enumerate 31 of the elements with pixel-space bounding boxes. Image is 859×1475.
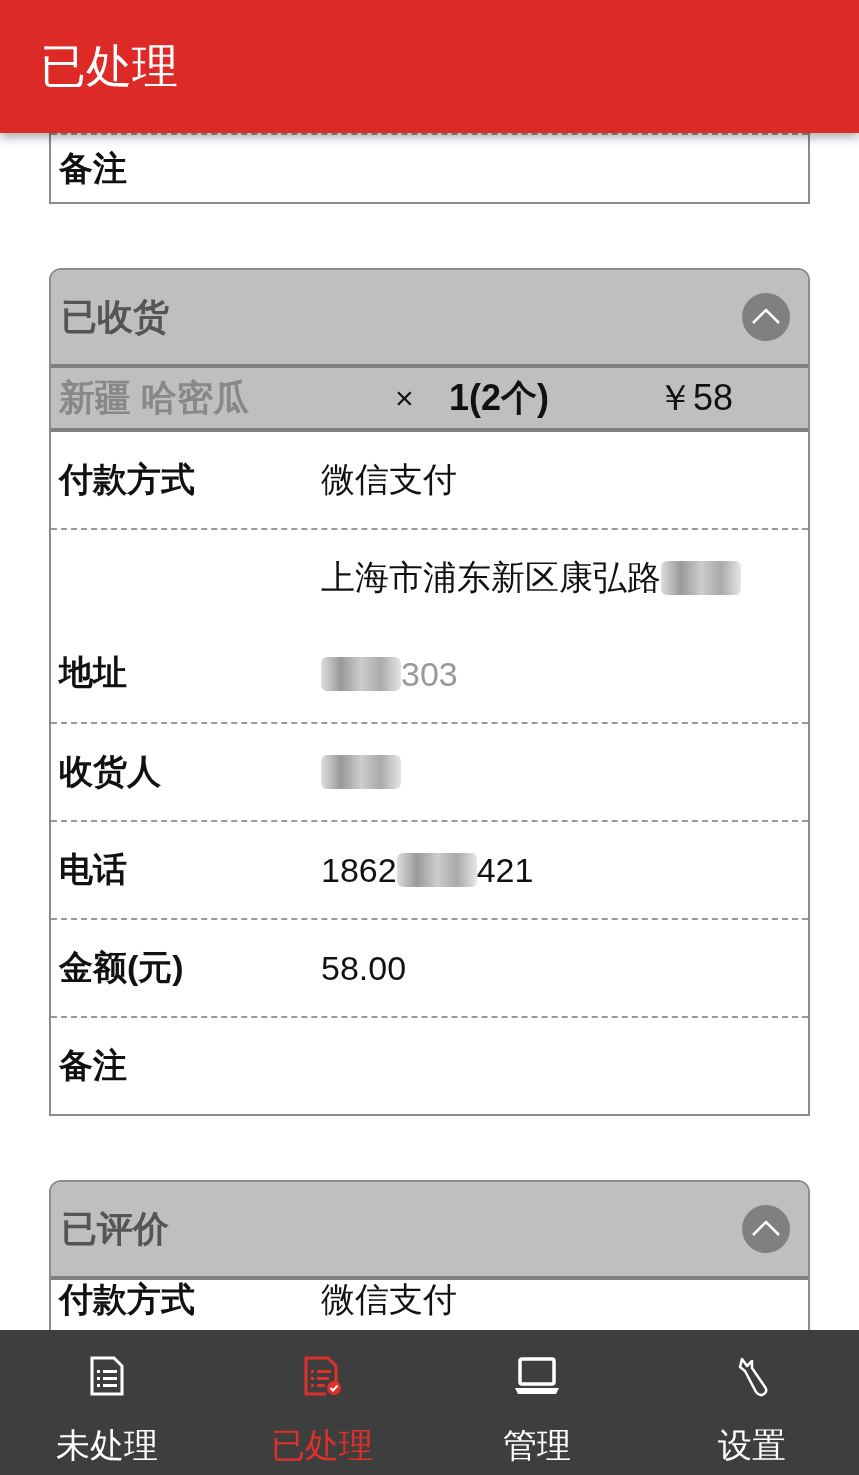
nav-tab[interactable]: 管理	[429, 1330, 645, 1475]
order-header[interactable]: 已评价	[51, 1182, 808, 1280]
page-title: 已处理	[40, 38, 178, 94]
nav-tab[interactable]: 未处理	[0, 1330, 215, 1475]
product-price: ￥58	[657, 375, 734, 420]
field-label: 付款方式	[59, 1282, 196, 1318]
field-label: 金额(元)	[59, 947, 185, 988]
order-status: 已评价	[61, 1206, 169, 1251]
field-value: 1862	[321, 850, 397, 890]
product-quantity: 1(2个)	[449, 375, 551, 420]
field-label: 电话	[59, 849, 128, 890]
document-list-icon	[88, 1356, 127, 1396]
field-label: 付款方式	[59, 459, 196, 500]
collapse-icon[interactable]	[742, 293, 790, 341]
field-label: 收货人	[59, 751, 162, 792]
field-value: 微信支付	[321, 1282, 457, 1318]
field-label: 备注	[59, 147, 128, 189]
laptop-icon	[512, 1356, 561, 1396]
field-label: 地址	[59, 652, 128, 693]
nav-tab[interactable]: 设置	[644, 1330, 859, 1475]
field-label: 备注	[59, 1045, 128, 1086]
document-check-icon	[302, 1356, 343, 1396]
multiply-sign: ×	[395, 379, 415, 417]
field-value: 303	[401, 654, 458, 694]
field-value: 58.00	[321, 948, 407, 988]
order-header[interactable]: 已收货	[51, 270, 808, 368]
collapse-icon[interactable]	[742, 1205, 790, 1253]
order-status: 已收货	[61, 294, 169, 339]
field-value: 微信支付	[321, 459, 457, 500]
field-value: 421	[476, 850, 534, 890]
field-value: 上海市浦东新区康弘路	[321, 557, 661, 598]
